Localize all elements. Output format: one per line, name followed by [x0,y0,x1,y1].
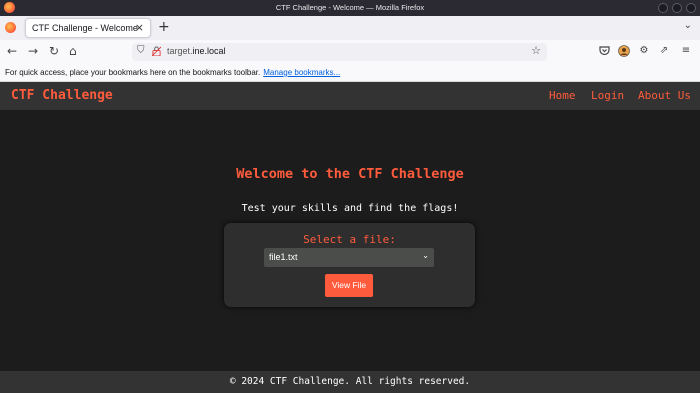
maximize-icon[interactable] [672,3,682,13]
view-file-button[interactable]: View File [325,274,373,297]
page-subtitle: Test your skills and find the flags! [241,203,459,214]
page-title: Welcome to the CTF Challenge [236,166,464,182]
tab-active[interactable]: CTF Challenge - Welcome × [25,18,151,38]
close-window-icon[interactable] [686,3,696,13]
chevron-down-icon: ⌄ [422,251,429,260]
url-text[interactable]: target.ine.local [167,46,226,56]
page-content: CTF Challenge Home Login About Us Welcom… [0,82,700,393]
list-tabs-icon[interactable]: ⌄ [684,20,692,31]
file-select-label: Select a file: [303,233,396,246]
nav-login-link[interactable]: Login [591,89,624,102]
tab-strip: CTF Challenge - Welcome × + ⌄ [0,16,700,40]
shield-icon[interactable]: ⛉ [137,45,145,56]
nav-about-link[interactable]: About Us [638,89,691,102]
window-controls [658,3,696,13]
extensions-icon[interactable]: ⚙ [638,45,650,57]
back-icon[interactable]: ← [7,44,17,58]
file-select-card: Select a file: file1.txt ⌄ View File [224,223,475,307]
home-icon[interactable]: ⌂ [69,44,77,58]
bookmarks-hint: For quick access, place your bookmarks h… [5,68,341,77]
site-footer: © 2024 CTF Challenge. All rights reserve… [0,371,700,393]
star-icon[interactable]: ☆ [531,44,541,57]
forward-icon[interactable]: → [28,44,38,58]
new-tab-button[interactable]: + [158,19,170,35]
site-brand[interactable]: CTF Challenge [11,88,113,103]
bookmarks-toolbar: For quick access, place your bookmarks h… [0,64,700,82]
reload-icon[interactable]: ↻ [49,44,59,58]
file-select-dropdown[interactable]: file1.txt ⌄ [264,248,434,267]
manage-bookmarks-link[interactable]: Manage bookmarks... [263,68,340,77]
nav-home-link[interactable]: Home [549,89,576,102]
navigation-bar: ← → ↻ ⌂ ⛉ target.ine.local ☆ ⚙ ⇗ ≡ [0,40,700,64]
firefox-view-icon[interactable] [5,22,16,33]
window-title: CTF Challenge - Welcome — Mozilla Firefo… [275,3,425,12]
pocket-icon[interactable] [598,45,610,57]
file-select-value: file1.txt [269,252,298,262]
url-bar[interactable]: ⛉ target.ine.local ☆ [132,43,547,61]
site-header: CTF Challenge Home Login About Us [0,82,700,110]
lock-icon[interactable] [152,46,161,56]
share-icon[interactable]: ⇗ [658,45,670,57]
minimize-icon[interactable] [658,3,668,13]
window-titlebar: CTF Challenge - Welcome — Mozilla Firefo… [0,0,700,16]
account-icon[interactable] [618,45,630,57]
tab-title: CTF Challenge - Welcome [32,23,138,33]
tab-close-icon[interactable]: × [135,21,144,34]
menu-icon[interactable]: ≡ [680,45,692,57]
